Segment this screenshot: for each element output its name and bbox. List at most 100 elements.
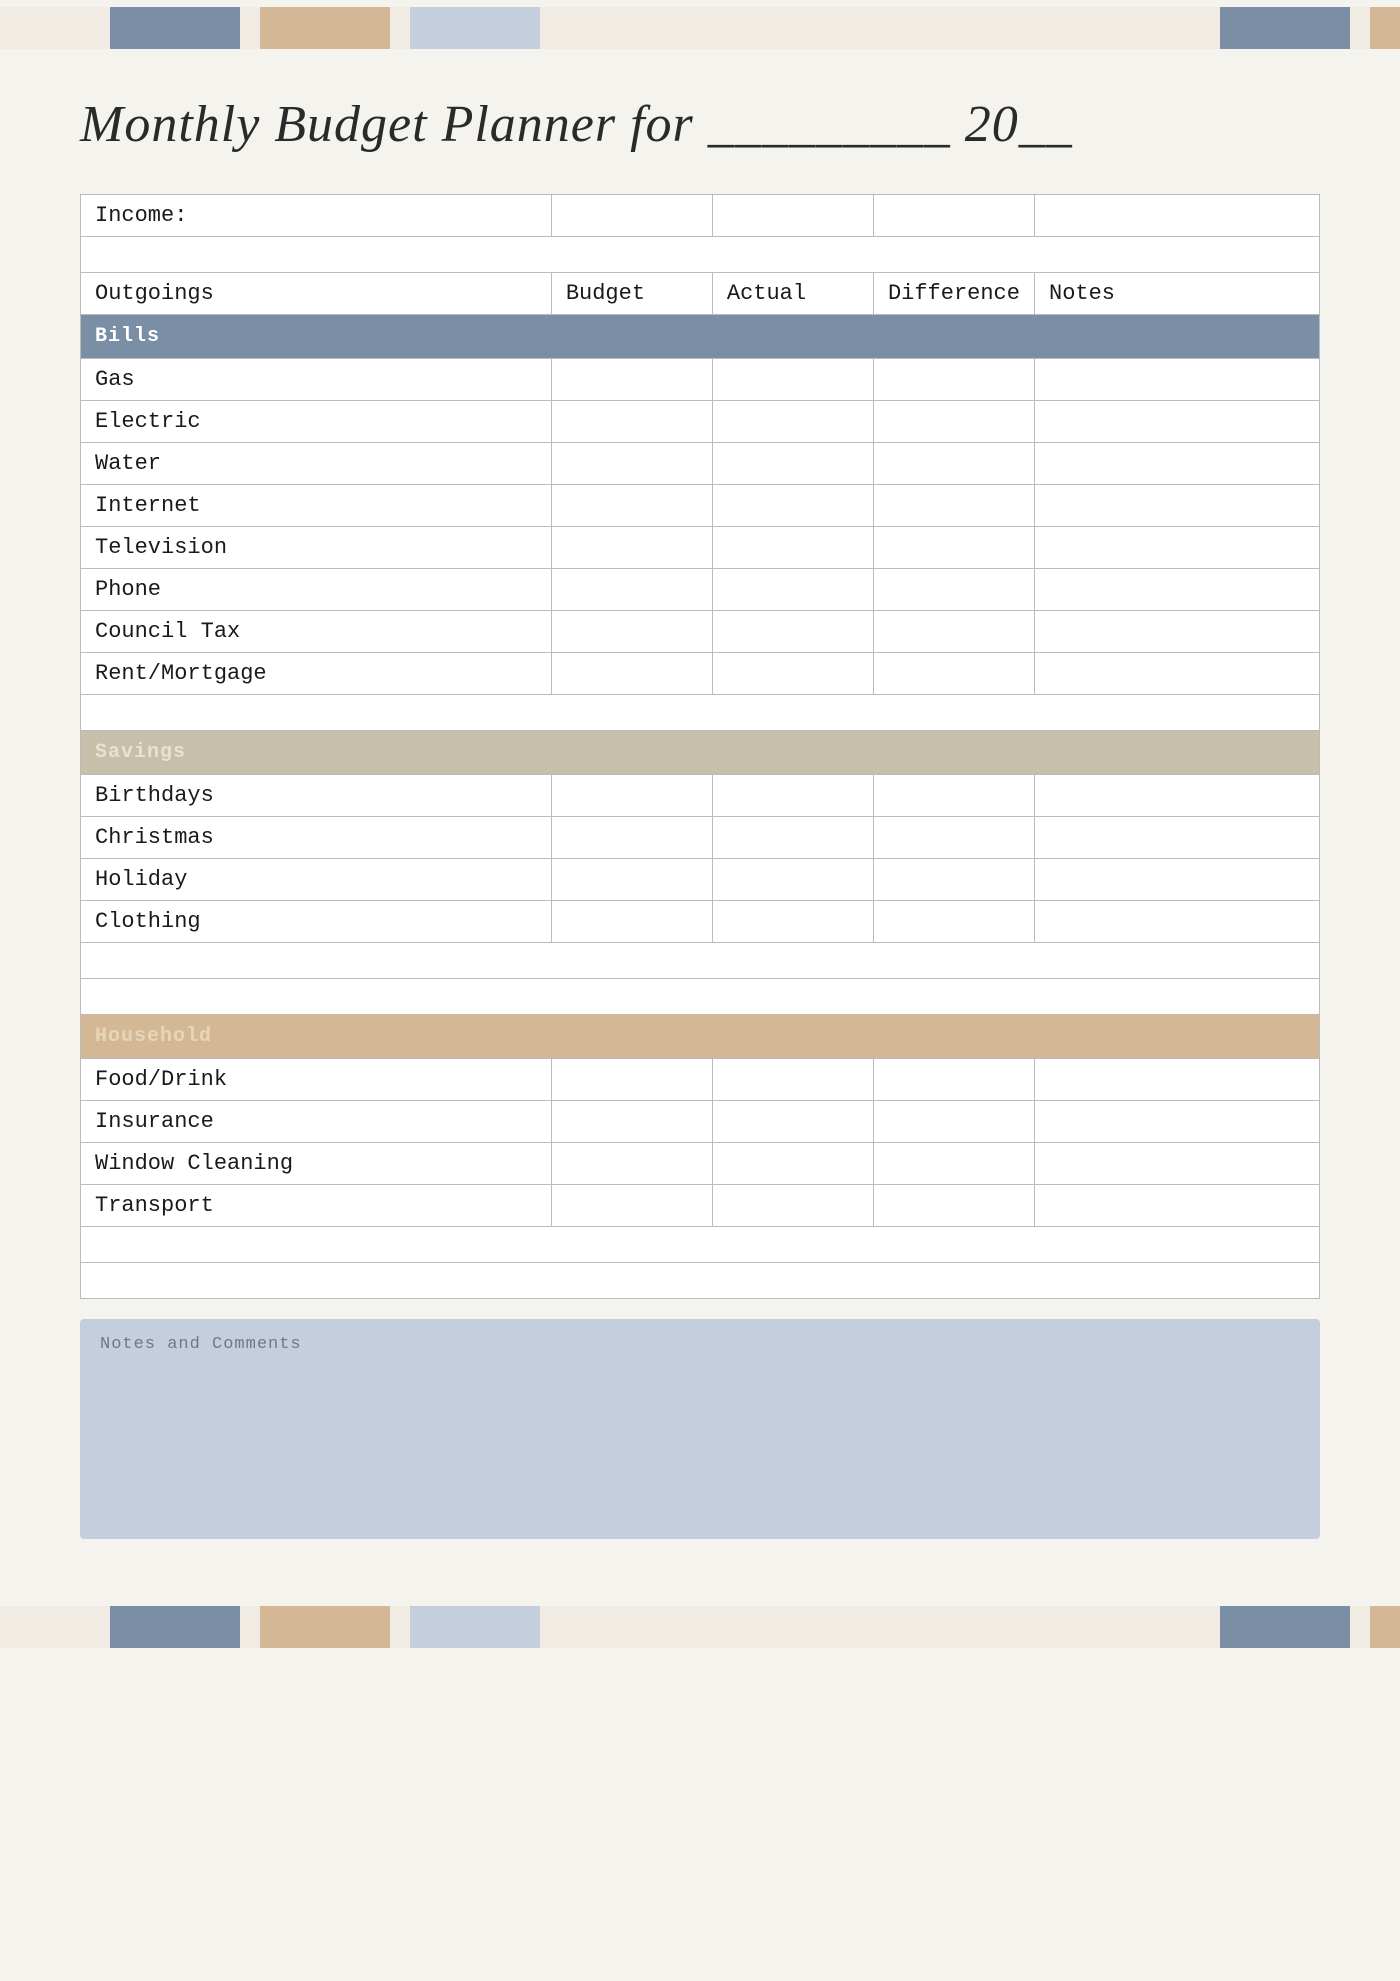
deco-block	[410, 1606, 540, 1648]
deco-block	[1220, 7, 1350, 49]
col-header-difference: Difference	[873, 273, 1034, 315]
table-row: Insurance	[81, 1101, 1320, 1143]
deco-block	[390, 7, 410, 49]
water-actual[interactable]	[712, 443, 873, 485]
clothing-notes[interactable]	[1035, 901, 1320, 943]
empty-row-2	[81, 695, 1320, 731]
window-cleaning-actual[interactable]	[712, 1143, 873, 1185]
television-actual[interactable]	[712, 527, 873, 569]
birthdays-diff[interactable]	[873, 775, 1034, 817]
empty-cell	[81, 943, 1320, 979]
gas-diff[interactable]	[873, 359, 1034, 401]
clothing-budget[interactable]	[551, 901, 712, 943]
gas-actual[interactable]	[712, 359, 873, 401]
window-cleaning-budget[interactable]	[551, 1143, 712, 1185]
internet-actual[interactable]	[712, 485, 873, 527]
insurance-actual[interactable]	[712, 1101, 873, 1143]
income-actual-cell[interactable]	[712, 195, 873, 237]
col-header-outgoings: Outgoings	[81, 273, 552, 315]
column-header-row: Outgoings Budget Actual Difference Notes	[81, 273, 1320, 315]
electric-diff[interactable]	[873, 401, 1034, 443]
gas-notes[interactable]	[1035, 359, 1320, 401]
transport-notes[interactable]	[1035, 1185, 1320, 1227]
household-category-row: Household	[81, 1015, 1320, 1059]
clothing-diff[interactable]	[873, 901, 1034, 943]
income-notes-cell[interactable]	[1035, 195, 1320, 237]
transport-diff[interactable]	[873, 1185, 1034, 1227]
insurance-notes[interactable]	[1035, 1101, 1320, 1143]
rent-actual[interactable]	[712, 653, 873, 695]
water-diff[interactable]	[873, 443, 1034, 485]
rent-budget[interactable]	[551, 653, 712, 695]
council-tax-budget[interactable]	[551, 611, 712, 653]
birthdays-actual[interactable]	[712, 775, 873, 817]
television-notes[interactable]	[1035, 527, 1320, 569]
electric-notes[interactable]	[1035, 401, 1320, 443]
water-budget[interactable]	[551, 443, 712, 485]
savings-category-label: Savings	[81, 731, 1320, 775]
food-notes[interactable]	[1035, 1059, 1320, 1101]
deco-block	[0, 1606, 110, 1648]
clothing-actual[interactable]	[712, 901, 873, 943]
deco-block	[410, 7, 540, 49]
income-budget-cell[interactable]	[551, 195, 712, 237]
empty-row-3	[81, 943, 1320, 979]
water-notes[interactable]	[1035, 443, 1320, 485]
christmas-budget[interactable]	[551, 817, 712, 859]
council-tax-notes[interactable]	[1035, 611, 1320, 653]
internet-diff[interactable]	[873, 485, 1034, 527]
holiday-actual[interactable]	[712, 859, 873, 901]
insurance-diff[interactable]	[873, 1101, 1034, 1143]
window-cleaning-notes[interactable]	[1035, 1143, 1320, 1185]
internet-budget[interactable]	[551, 485, 712, 527]
council-tax-diff[interactable]	[873, 611, 1034, 653]
birthdays-notes[interactable]	[1035, 775, 1320, 817]
window-cleaning-diff[interactable]	[873, 1143, 1034, 1185]
empty-cell	[81, 237, 1320, 273]
food-diff[interactable]	[873, 1059, 1034, 1101]
deco-block	[240, 7, 260, 49]
council-tax-actual[interactable]	[712, 611, 873, 653]
transport-budget[interactable]	[551, 1185, 712, 1227]
savings-category-row: Savings	[81, 731, 1320, 775]
phone-budget[interactable]	[551, 569, 712, 611]
row-label-food-drink: Food/Drink	[81, 1059, 552, 1101]
phone-actual[interactable]	[712, 569, 873, 611]
rent-notes[interactable]	[1035, 653, 1320, 695]
internet-notes[interactable]	[1035, 485, 1320, 527]
birthdays-budget[interactable]	[551, 775, 712, 817]
christmas-actual[interactable]	[712, 817, 873, 859]
bills-category-label: Bills	[81, 315, 1320, 359]
holiday-notes[interactable]	[1035, 859, 1320, 901]
table-row: Holiday	[81, 859, 1320, 901]
income-diff-cell[interactable]	[873, 195, 1034, 237]
row-label-gas: Gas	[81, 359, 552, 401]
christmas-diff[interactable]	[873, 817, 1034, 859]
television-diff[interactable]	[873, 527, 1034, 569]
insurance-budget[interactable]	[551, 1101, 712, 1143]
food-budget[interactable]	[551, 1059, 712, 1101]
deco-block	[1220, 1606, 1350, 1648]
gas-budget[interactable]	[551, 359, 712, 401]
page-title: Monthly Budget Planner for _________ 20_…	[80, 95, 1320, 154]
row-label-electric: Electric	[81, 401, 552, 443]
empty-cell	[81, 1263, 1320, 1299]
electric-actual[interactable]	[712, 401, 873, 443]
holiday-diff[interactable]	[873, 859, 1034, 901]
television-budget[interactable]	[551, 527, 712, 569]
phone-notes[interactable]	[1035, 569, 1320, 611]
budget-table: Income: Outgoings Budget Actual Differen…	[80, 194, 1320, 1299]
income-label: Income:	[81, 195, 552, 237]
row-label-television: Television	[81, 527, 552, 569]
food-actual[interactable]	[712, 1059, 873, 1101]
transport-actual[interactable]	[712, 1185, 873, 1227]
deco-block	[110, 7, 240, 49]
holiday-budget[interactable]	[551, 859, 712, 901]
electric-budget[interactable]	[551, 401, 712, 443]
bills-category-row: Bills	[81, 315, 1320, 359]
notes-section: Notes and Comments	[80, 1319, 1320, 1539]
phone-diff[interactable]	[873, 569, 1034, 611]
row-label-internet: Internet	[81, 485, 552, 527]
rent-diff[interactable]	[873, 653, 1034, 695]
christmas-notes[interactable]	[1035, 817, 1320, 859]
